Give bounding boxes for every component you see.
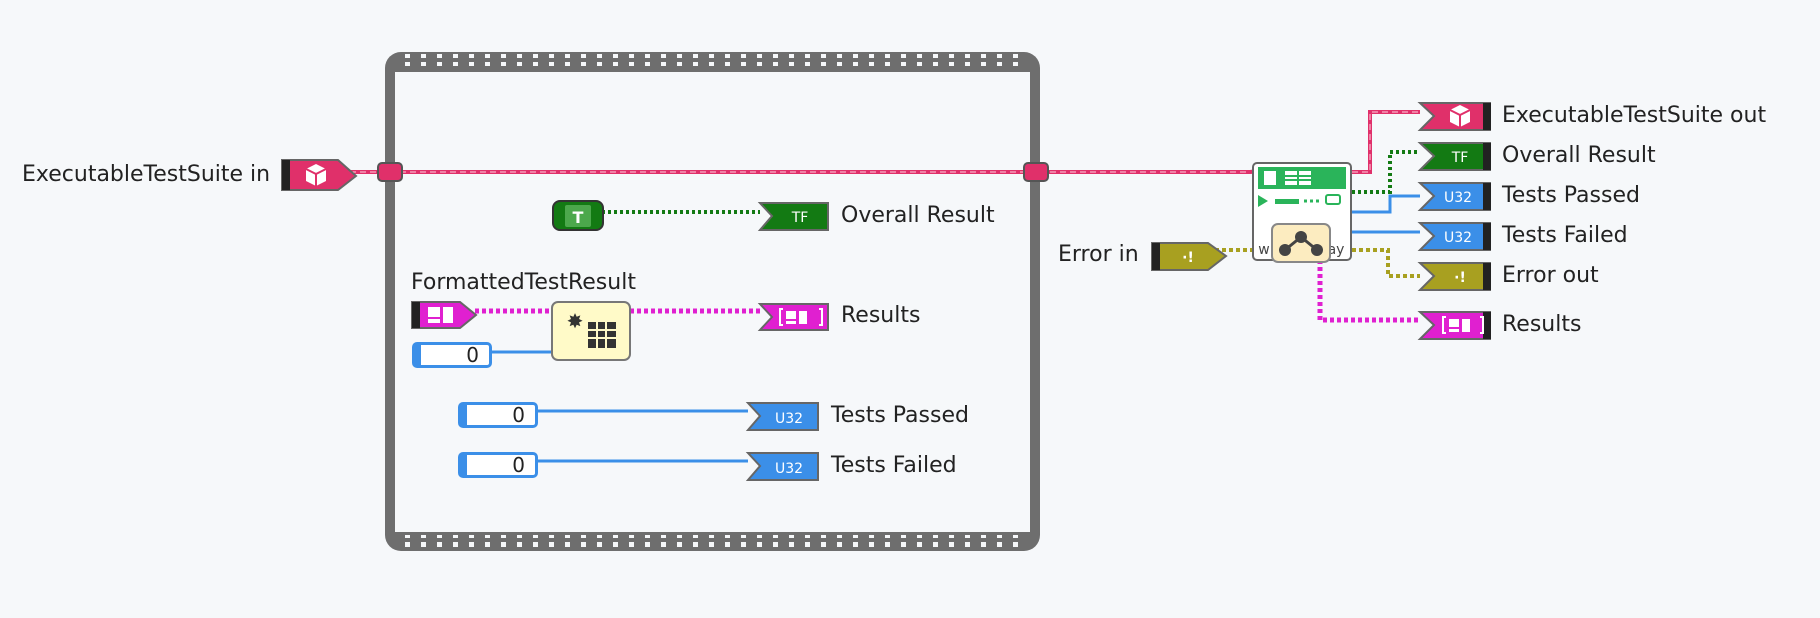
- suite-in-terminal[interactable]: [281, 159, 358, 191]
- tests-passed-label: Tests Passed: [831, 403, 969, 428]
- passed-numeric-constant[interactable]: 0: [458, 402, 538, 428]
- tests-failed-indicator[interactable]: U32: [745, 452, 819, 481]
- svg-text:U32: U32: [775, 411, 803, 427]
- tests-passed-indicator[interactable]: U32: [745, 402, 819, 431]
- error-in-terminal[interactable]: ·!: [1151, 242, 1228, 271]
- tests-failed-out-indicator[interactable]: U32: [1417, 222, 1491, 251]
- tests-failed-out-label: Tests Failed: [1502, 223, 1628, 248]
- svg-text:U32: U32: [1444, 190, 1472, 206]
- suite-out-label: ExecutableTestSuite out: [1502, 103, 1767, 128]
- svg-text:w: w: [1258, 242, 1269, 258]
- vi-reference-badge: [1271, 223, 1331, 263]
- tests-passed-out-indicator[interactable]: U32: [1417, 182, 1491, 211]
- results-label: Results: [841, 303, 921, 328]
- overall-result-label: Overall Result: [841, 203, 995, 228]
- svg-text:U32: U32: [775, 461, 803, 477]
- results-out-indicator[interactable]: [1417, 311, 1491, 340]
- suite-out-indicator[interactable]: [1417, 102, 1491, 131]
- build-array-node[interactable]: ✸: [551, 301, 631, 361]
- numeric-wire-passed-out[interactable]: [1352, 194, 1420, 214]
- string-wire-out[interactable]: [1317, 260, 1420, 323]
- class-tunnel-right[interactable]: [1023, 162, 1049, 182]
- results-out-label: Results: [1502, 312, 1582, 337]
- failed-numeric-constant[interactable]: 0: [458, 452, 538, 478]
- format-numeric-constant[interactable]: 0: [412, 342, 492, 368]
- overall-result-out-label: Overall Result: [1502, 143, 1656, 168]
- error-wire-out[interactable]: [1352, 248, 1420, 278]
- error-out-label: Error out: [1502, 263, 1599, 288]
- tests-passed-out-label: Tests Passed: [1502, 183, 1640, 208]
- svg-text:T: T: [573, 208, 584, 227]
- tests-failed-label: Tests Failed: [831, 453, 957, 478]
- svg-text:TF: TF: [1451, 150, 1469, 166]
- suite-in-label: ExecutableTestSuite in: [22, 162, 271, 187]
- error-in-label: Error in: [1058, 242, 1139, 267]
- class-wire-out[interactable]: [1352, 110, 1420, 174]
- svg-text:U32: U32: [1444, 230, 1472, 246]
- class-tunnel-left[interactable]: [377, 162, 403, 182]
- error-cluster-icon: ·!: [1454, 270, 1466, 286]
- true-constant[interactable]: T: [552, 200, 604, 231]
- svg-text:TF: TF: [791, 210, 809, 226]
- error-cluster-icon: ·!: [1182, 250, 1194, 266]
- svg-text:✸: ✸: [567, 309, 584, 333]
- test-runner-subvi[interactable]: s w ay: [1252, 162, 1352, 263]
- overall-result-out-indicator[interactable]: TF: [1417, 142, 1491, 171]
- formatted-test-result-label: FormattedTestResult: [411, 270, 636, 295]
- error-out-indicator[interactable]: ·!: [1417, 262, 1491, 291]
